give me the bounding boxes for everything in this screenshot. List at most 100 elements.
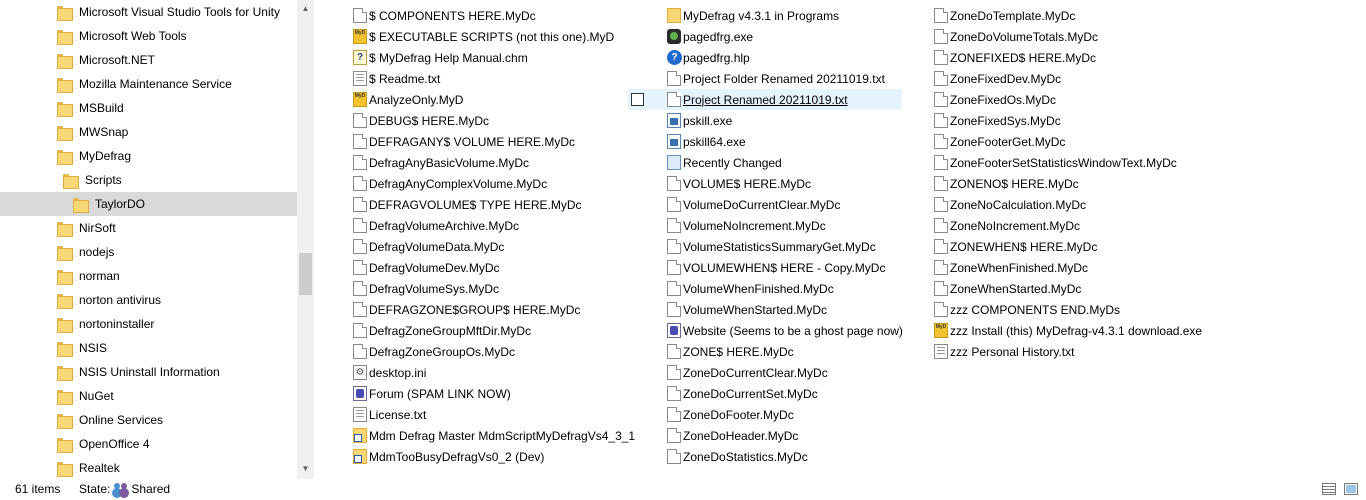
file-item[interactable]: ZoneWhenFinished.MyDc — [895, 257, 1166, 278]
file-item[interactable]: ZoneFixedSys.MyDc — [895, 110, 1166, 131]
large-icons-view-button[interactable] — [1344, 483, 1358, 495]
file-item[interactable]: VolumeWhenStarted.MyDc — [628, 299, 902, 320]
file-item[interactable]: DefragZoneGroupOs.MyDc — [314, 341, 644, 362]
nav-item[interactable]: norton antivirus — [0, 288, 297, 312]
nav-item[interactable]: nodejs — [0, 240, 297, 264]
file-item[interactable]: Mdm Defrag Master MdmScriptMyDefragVs4_3… — [314, 425, 644, 446]
nav-item[interactable]: Microsoft Web Tools — [0, 24, 297, 48]
file-item[interactable]: VolumeNoIncrement.MyDc — [628, 215, 902, 236]
file-item[interactable]: pskill64.exe — [628, 131, 902, 152]
file-name: Project Folder Renamed 20211019.txt — [683, 71, 885, 86]
file-list[interactable]: $ COMPONENTS HERE.MyDc MyD $ EXECUTABLE SC… — [314, 0, 1366, 479]
file-item[interactable]: ZoneNoIncrement.MyDc — [895, 215, 1166, 236]
nav-item[interactable]: Mozilla Maintenance Service — [0, 72, 297, 96]
file-item[interactable]: ZoneFixedDev.MyDc — [895, 68, 1166, 89]
file-item[interactable]: ZoneDoStatistics.MyDc — [628, 446, 902, 467]
file-item[interactable]: VolumeDoCurrentClear.MyDc — [628, 194, 902, 215]
file-item[interactable]: ZoneFooterGet.MyDc — [895, 131, 1166, 152]
file-item[interactable]: VOLUMEWHEN$ HERE - Copy.MyDc — [628, 257, 902, 278]
file-item[interactable]: DefragVolumeSys.MyDc — [314, 278, 644, 299]
file-item[interactable]: DefragAnyComplexVolume.MyDc — [314, 173, 644, 194]
scroll-up-arrow-icon[interactable]: ▲ — [297, 0, 314, 17]
file-item[interactable]: VolumeStatisticsSummaryGet.MyDc — [628, 236, 902, 257]
file-item[interactable]: DefragZoneGroupMftDir.MyDc — [314, 320, 644, 341]
nav-item[interactable]: NuGet — [0, 384, 297, 408]
file-item[interactable]: Website (Seems to be a ghost page now) — [628, 320, 903, 341]
scrollbar-thumb[interactable] — [299, 253, 312, 295]
file-item[interactable]: ZoneDoCurrentClear.MyDc — [628, 362, 902, 383]
document-icon — [667, 71, 681, 86]
file-item[interactable]: ⚙ desktop.ini — [314, 362, 644, 383]
nav-item[interactable]: OpenOffice 4 — [0, 432, 297, 456]
file-item[interactable]: ? pagedfrg.hlp — [628, 47, 902, 68]
nav-item[interactable]: MyDefrag — [0, 144, 297, 168]
file-name: pagedfrg.hlp — [683, 50, 750, 65]
nav-item[interactable]: nortoninstaller — [0, 312, 297, 336]
file-item[interactable]: ZoneDoVolumeTotals.MyDc — [895, 26, 1166, 47]
file-item[interactable]: MyD AnalyzeOnly.MyD — [314, 89, 644, 110]
file-item[interactable]: ZoneDoCurrentSet.MyDc — [628, 383, 902, 404]
file-item[interactable]: DEFRAGVOLUME$ TYPE HERE.MyDc — [314, 194, 644, 215]
nav-item-selected[interactable]: TaylorDO — [0, 192, 297, 216]
file-item[interactable]: ZoneDoFooter.MyDc — [628, 404, 902, 425]
nav-item[interactable]: NSIS — [0, 336, 297, 360]
file-item[interactable]: Forum (SPAM LINK NOW) — [314, 383, 644, 404]
nav-scrollbar[interactable]: ▲ ▼ — [297, 0, 314, 479]
file-item[interactable]: DEFRAGANY$ VOLUME HERE.MyDc — [314, 131, 644, 152]
nav-item[interactable]: NirSoft — [0, 216, 297, 240]
file-item[interactable]: zzz Personal History.txt — [895, 341, 1166, 362]
file-item[interactable]: $ Readme.txt — [314, 68, 644, 89]
item-checkbox[interactable] — [631, 93, 644, 106]
nav-item[interactable]: NSIS Uninstall Information — [0, 360, 297, 384]
file-item[interactable]: ZONE$ HERE.MyDc — [628, 341, 902, 362]
document-icon — [667, 176, 681, 191]
file-item[interactable]: ? $ MyDefrag Help Manual.chm — [314, 47, 644, 68]
file-item[interactable]: MyD zzz Install (this) MyDefrag-v4.3.1 do… — [895, 320, 1202, 341]
scroll-down-arrow-icon[interactable]: ▼ — [297, 460, 314, 477]
folder-icon — [57, 293, 73, 309]
file-item[interactable]: ZoneFixedOs.MyDc — [895, 89, 1166, 110]
document-icon — [934, 113, 948, 128]
file-item[interactable]: ZoneWhenStarted.MyDc — [895, 278, 1166, 299]
details-view-button[interactable] — [1322, 483, 1336, 495]
file-item[interactable]: $ COMPONENTS HERE.MyDc — [314, 5, 644, 26]
file-item-hovered[interactable]: Project Renamed 20211019.txt — [628, 89, 902, 110]
file-name: pskill.exe — [683, 113, 733, 128]
nav-item[interactable]: MSBuild — [0, 96, 297, 120]
nav-item[interactable]: MWSnap — [0, 120, 297, 144]
file-item[interactable]: ZONEFIXED$ HERE.MyDc — [895, 47, 1166, 68]
file-item[interactable]: MdmTooBusyDefragVs0_2 (Dev) — [314, 446, 644, 467]
file-item[interactable]: Recently Changed — [628, 152, 902, 173]
file-item[interactable]: ZoneNoCalculation.MyDc — [895, 194, 1166, 215]
file-item[interactable]: pagedfrg.exe — [628, 26, 902, 47]
nav-item[interactable]: Microsoft Visual Studio Tools for Unity — [0, 0, 297, 24]
file-item[interactable]: ZONENO$ HERE.MyDc — [895, 173, 1166, 194]
file-item[interactable]: pskill.exe — [628, 110, 902, 131]
file-item[interactable]: MyDefrag v4.3.1 in Programs — [628, 5, 902, 26]
folder-icon — [57, 437, 73, 453]
file-item[interactable]: DEFRAGZONE$GROUP$ HERE.MyDc — [314, 299, 644, 320]
file-item[interactable]: DefragVolumeDev.MyDc — [314, 257, 644, 278]
file-item[interactable]: DefragAnyBasicVolume.MyDc — [314, 152, 644, 173]
file-item[interactable]: zzz COMPONENTS END.MyDs — [895, 299, 1166, 320]
nav-item[interactable]: Microsoft.NET — [0, 48, 297, 72]
file-item[interactable]: MyD $ EXECUTABLE SCRIPTS (not this one).M… — [314, 26, 644, 47]
nav-item[interactable]: Realtek — [0, 456, 297, 479]
file-item[interactable]: ZoneFooterSetStatisticsWindowText.MyDc — [895, 152, 1177, 173]
navigation-pane[interactable]: Microsoft Visual Studio Tools for Unity … — [0, 0, 297, 479]
file-item[interactable]: VOLUME$ HERE.MyDc — [628, 173, 902, 194]
file-item[interactable]: License.txt — [314, 404, 644, 425]
file-item[interactable]: ZONEWHEN$ HERE.MyDc — [895, 236, 1166, 257]
file-item[interactable]: DefragVolumeData.MyDc — [314, 236, 644, 257]
nav-item[interactable]: Online Services — [0, 408, 297, 432]
file-item[interactable]: VolumeWhenFinished.MyDc — [628, 278, 902, 299]
nav-item[interactable]: norman — [0, 264, 297, 288]
file-name: ZoneFooterSetStatisticsWindowText.MyDc — [950, 155, 1177, 170]
pagedfrg-icon — [667, 29, 681, 44]
file-item[interactable]: ZoneDoHeader.MyDc — [628, 425, 902, 446]
nav-item[interactable]: Scripts — [0, 168, 297, 192]
file-item[interactable]: DEBUG$ HERE.MyDc — [314, 110, 644, 131]
file-item[interactable]: Project Folder Renamed 20211019.txt — [628, 68, 902, 89]
file-item[interactable]: DefragVolumeArchive.MyDc — [314, 215, 644, 236]
file-item[interactable]: ZoneDoTemplate.MyDc — [895, 5, 1166, 26]
